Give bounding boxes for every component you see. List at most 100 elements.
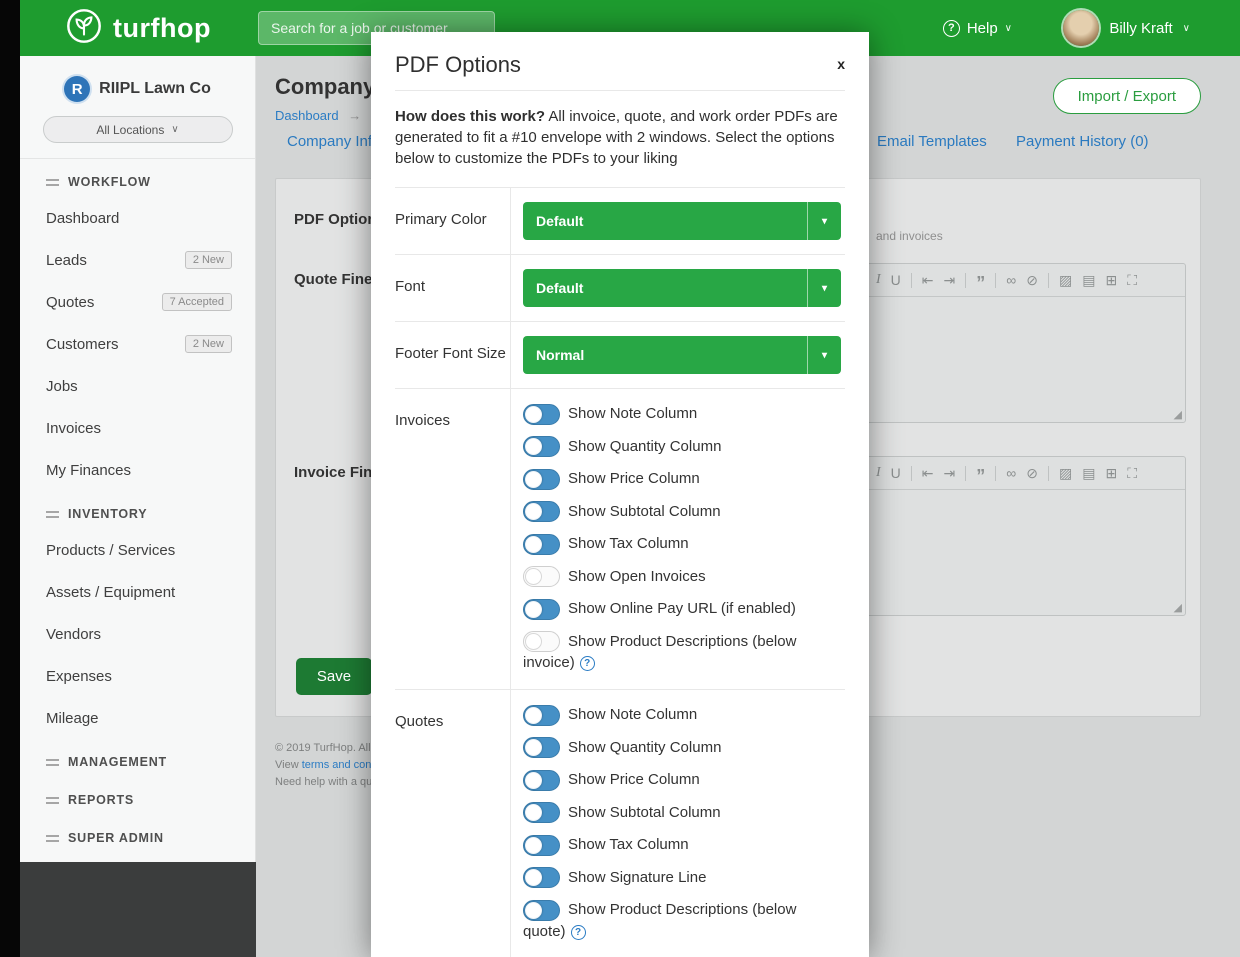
page: turfhop ? Help ∨ Billy Kraft ∨ R RIIPL L… [0, 0, 1240, 957]
show-online-pay-url-toggle[interactable] [523, 599, 560, 620]
show-signature-line-toggle[interactable] [523, 867, 560, 888]
toggle-row: Show Tax Column [523, 834, 832, 856]
section-icon [46, 511, 59, 518]
import-export-button[interactable]: Import / Export [1053, 78, 1201, 114]
toggle-label: Show Tax Column [568, 535, 689, 552]
table-icon[interactable]: ⊞ [1105, 466, 1117, 480]
toolbar-divider [1048, 273, 1049, 288]
underline-icon[interactable]: U [891, 273, 901, 287]
image-icon[interactable]: ▨ [1059, 466, 1072, 480]
toggle-knob [525, 536, 542, 553]
outdent-icon[interactable]: ⇤ [922, 273, 934, 287]
sidebar-item-customers[interactable]: Customers2 New [20, 323, 255, 365]
toggle-label: Show Open Invoices [568, 568, 706, 585]
page-icon[interactable]: ▤ [1082, 466, 1095, 480]
footer-font-size-select[interactable]: Normal ▾ [523, 336, 841, 374]
chevron-down-icon: ∨ [1005, 23, 1012, 34]
tab-email-templates[interactable]: Email Templates [877, 133, 987, 150]
sidebar-item-label: Leads [46, 252, 87, 269]
sidebar-item-dashboard[interactable]: Dashboard [20, 197, 255, 239]
sidebar: R RIIPL Lawn Co All Locations ∨ WORKFLOW… [20, 56, 256, 862]
sidebar-section-super-admin[interactable]: SUPER ADMIN [20, 815, 255, 853]
image-icon[interactable]: ▨ [1059, 273, 1072, 287]
sidebar-item-products-services[interactable]: Products / Services [20, 529, 255, 571]
section-label: SUPER ADMIN [68, 831, 164, 845]
link-icon[interactable]: ∞ [1006, 273, 1016, 287]
toggle-knob [525, 568, 542, 585]
table-icon[interactable]: ⊞ [1105, 273, 1117, 287]
indent-icon[interactable]: ⇥ [944, 273, 956, 287]
toggle-knob [525, 707, 542, 724]
left-gutter [0, 0, 20, 957]
toggle-row: Show Quantity Column [523, 737, 832, 759]
user-menu[interactable]: Billy Kraft ∨ [1063, 0, 1190, 56]
sidebar-item-label: Assets / Equipment [46, 584, 175, 601]
outdent-icon[interactable]: ⇤ [922, 466, 934, 480]
underline-icon[interactable]: U [891, 466, 901, 480]
tab-company-info[interactable]: Company Info [287, 133, 380, 150]
brand[interactable]: turfhop [65, 8, 211, 48]
invoices-show-price-column-toggle[interactable] [523, 469, 560, 490]
section-icon [46, 797, 59, 804]
sidebar-item-jobs[interactable]: Jobs [20, 365, 255, 407]
resize-handle-icon[interactable]: ◢ [1174, 601, 1182, 614]
tab-payment-history[interactable]: Payment History (0) [1016, 133, 1149, 150]
sidebar-item-mileage[interactable]: Mileage [20, 697, 255, 739]
toggle-row: Show Price Column [523, 468, 832, 490]
sidebar-item-my-finances[interactable]: My Finances [20, 449, 255, 491]
quotes-show-tax-column-toggle[interactable] [523, 835, 560, 856]
unlink-icon[interactable]: ⊘ [1026, 466, 1038, 480]
italic-icon[interactable]: I [876, 466, 881, 480]
location-selector[interactable]: All Locations ∨ [43, 116, 233, 143]
invoices-show-quantity-column-toggle[interactable] [523, 436, 560, 457]
toggle-label: Show Note Column [568, 706, 697, 723]
quotes-show-note-column-toggle[interactable] [523, 705, 560, 726]
indent-icon[interactable]: ⇥ [944, 466, 956, 480]
sidebar-item-leads[interactable]: Leads2 New [20, 239, 255, 281]
quotes-show-product-descriptions-toggle[interactable] [523, 900, 560, 921]
primary-color-select[interactable]: Default ▾ [523, 202, 841, 240]
fullscreen-icon[interactable]: ⛶ [1127, 466, 1137, 480]
quotes-show-price-column-toggle[interactable] [523, 770, 560, 791]
sidebar-section-management[interactable]: MANAGEMENT [20, 739, 255, 777]
quotes-show-quantity-column-toggle[interactable] [523, 737, 560, 758]
italic-icon[interactable]: I [876, 273, 881, 287]
save-button[interactable]: Save [296, 658, 372, 695]
sidebar-item-label: Jobs [46, 378, 78, 395]
font-value: Default [523, 280, 583, 296]
quotes-show-subtotal-column-toggle[interactable] [523, 802, 560, 823]
user-name: Billy Kraft [1109, 20, 1172, 37]
sidebar-item-vendors[interactable]: Vendors [20, 613, 255, 655]
modal-body: How does this work? All invoice, quote, … [371, 90, 869, 957]
invoices-show-product-descriptions-toggle[interactable] [523, 631, 560, 652]
toggle-label: Show Product Descriptions (below invoice… [523, 633, 796, 672]
toggle-knob [525, 739, 542, 756]
unlink-icon[interactable]: ⊘ [1026, 273, 1038, 287]
brand-name: turfhop [113, 13, 211, 44]
invoices-show-subtotal-column-toggle[interactable] [523, 501, 560, 522]
toggle-row: Show Subtotal Column [523, 802, 832, 824]
page-icon[interactable]: ▤ [1082, 273, 1095, 287]
blockquote-icon[interactable]: ” [976, 278, 985, 289]
sidebar-item-expenses[interactable]: Expenses [20, 655, 255, 697]
sidebar-section-reports[interactable]: REPORTS [20, 777, 255, 815]
sidebar-item-invoices[interactable]: Invoices [20, 407, 255, 449]
resize-handle-icon[interactable]: ◢ [1174, 408, 1182, 421]
font-select[interactable]: Default ▾ [523, 269, 841, 307]
blockquote-icon[interactable]: ” [976, 471, 985, 482]
customers-badge: 2 New [185, 335, 232, 353]
toggle-row: Show Online Pay URL (if enabled) [523, 598, 832, 620]
toggle-label: Show Quantity Column [568, 438, 721, 455]
help-menu[interactable]: ? Help ∨ [943, 0, 1012, 56]
help-circle-icon[interactable]: ? [580, 656, 595, 671]
help-circle-icon[interactable]: ? [571, 925, 586, 940]
show-open-invoices-toggle[interactable] [523, 566, 560, 587]
invoices-show-tax-column-toggle[interactable] [523, 534, 560, 555]
sidebar-item-assets-equipment[interactable]: Assets / Equipment [20, 571, 255, 613]
invoices-show-note-column-toggle[interactable] [523, 404, 560, 425]
sidebar-item-quotes[interactable]: Quotes7 Accepted [20, 281, 255, 323]
close-icon[interactable]: x [837, 56, 845, 72]
fullscreen-icon[interactable]: ⛶ [1127, 273, 1137, 287]
link-icon[interactable]: ∞ [1006, 466, 1016, 480]
breadcrumb-dashboard[interactable]: Dashboard [275, 108, 339, 123]
